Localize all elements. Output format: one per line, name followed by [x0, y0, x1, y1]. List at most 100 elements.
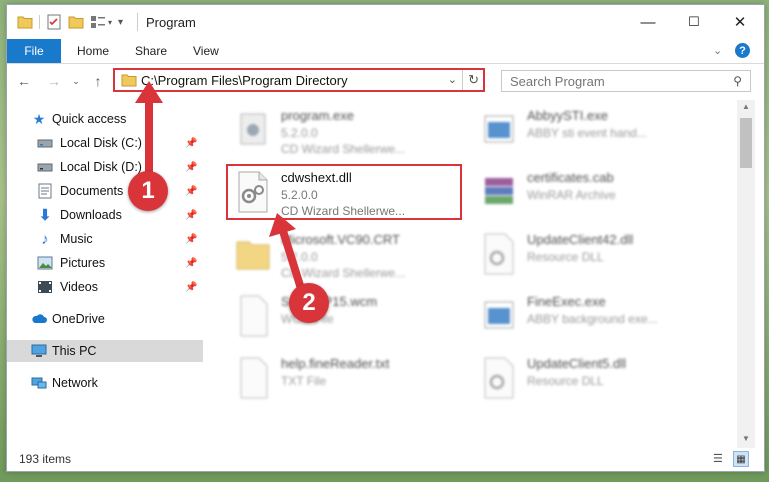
exe-file-icon	[484, 115, 514, 143]
large-icons-view-icon[interactable]: ▦	[733, 451, 749, 467]
sidebar-item-quick-access[interactable]: ★ Quick access	[7, 108, 203, 130]
up-button[interactable]: ↑	[89, 72, 107, 90]
file-name: Microsoft.VC90.CRT	[281, 232, 400, 247]
status-bar: 193 items ☰ ▦	[7, 448, 764, 470]
generic-file-icon	[240, 295, 268, 337]
file-item[interactable]: program.exe 5.2.0.0 CD Wizard Shellerwe.…	[233, 104, 473, 156]
file-item[interactable]: SnapWP15.wcm WCM File	[233, 290, 473, 342]
address-path[interactable]: C:\Program Files\Program Directory	[141, 73, 348, 88]
scrollbar-thumb[interactable]	[740, 118, 752, 168]
sidebar-item-onedrive[interactable]: OneDrive	[7, 308, 203, 330]
sidebar-item-label: Local Disk (C:)	[60, 136, 142, 150]
back-button[interactable]: ←	[15, 72, 33, 90]
exe-file-icon	[484, 301, 514, 329]
sidebar-item-music[interactable]: ♪ Music 📌	[7, 228, 203, 250]
folder-icon[interactable]	[17, 15, 33, 29]
step-1-badge: 1	[128, 171, 168, 211]
sidebar-item-label: Local Disk (D:)	[60, 160, 142, 174]
help-icon[interactable]: ?	[735, 43, 750, 58]
file-version: TXT File	[281, 374, 327, 388]
file-version: ABBY sti event hand...	[527, 126, 647, 140]
maximize-button[interactable]: ☐	[671, 5, 717, 39]
pin-icon[interactable]: 📌	[185, 138, 197, 149]
sidebar-item-label: Documents	[60, 184, 124, 198]
file-highlight-box	[226, 164, 462, 220]
exe-file-icon	[240, 113, 266, 145]
file-item[interactable]: help.fineReader.txt TXT File	[233, 352, 473, 404]
sidebar-item-network[interactable]: Network	[7, 372, 203, 394]
download-icon: ⬇	[38, 207, 52, 224]
sidebar-item-label: Downloads	[60, 208, 122, 222]
new-folder-icon[interactable]	[68, 15, 84, 29]
text-file-icon	[240, 357, 268, 399]
network-icon	[31, 375, 47, 391]
drive-icon	[37, 135, 53, 151]
search-input[interactable]	[508, 72, 722, 90]
file-item[interactable]: certificates.cab WinRAR Archive	[479, 166, 719, 218]
refresh-icon[interactable]: ↻	[468, 72, 479, 88]
recent-locations-button[interactable]: ⌄	[67, 72, 85, 90]
toolbar-dropdown-icon[interactable]: ▾	[108, 18, 112, 27]
title-bar: ▾ ▾ Program — ☐ ✕	[7, 5, 764, 39]
videos-icon	[37, 279, 53, 295]
scroll-down-icon[interactable]: ▼	[742, 434, 750, 443]
minimize-button[interactable]: —	[625, 5, 671, 39]
expand-ribbon-icon[interactable]: ⌄	[713, 44, 722, 57]
view-options-icon[interactable]	[90, 15, 106, 29]
file-list: program.exe 5.2.0.0 CD Wizard Shellerwe.…	[207, 100, 737, 448]
pin-icon[interactable]: 📌	[185, 162, 197, 173]
forward-button[interactable]: →	[45, 72, 63, 90]
pin-icon[interactable]: 📌	[185, 210, 197, 221]
computer-icon	[31, 343, 47, 359]
file-version: WinRAR Archive	[527, 188, 616, 202]
tab-file[interactable]: File	[7, 39, 61, 63]
sidebar-item-pictures[interactable]: Pictures 📌	[7, 252, 203, 274]
pin-icon[interactable]: 📌	[185, 234, 197, 245]
file-item[interactable]: UpdateClient5.dll Resource DLL	[479, 352, 719, 404]
file-version: 5.2.0.0	[281, 126, 318, 140]
tab-share[interactable]: Share	[135, 39, 167, 63]
properties-icon[interactable]	[46, 14, 62, 30]
navigation-pane: ★ Quick access Local Disk (C:) 📌 Local D…	[7, 100, 203, 448]
address-dropdown-icon[interactable]: ⌄	[448, 73, 457, 86]
ribbon-tabs: File Home Share View ⌄ ?	[7, 39, 764, 64]
close-button[interactable]: ✕	[717, 5, 763, 39]
pin-icon[interactable]: 📌	[185, 282, 197, 293]
sidebar-item-label: This PC	[52, 344, 97, 358]
file-item[interactable]: FineExec.exe ABBY background exe...	[479, 290, 719, 342]
sidebar-item-this-pc[interactable]: This PC	[7, 340, 203, 362]
quick-access-toolbar: ▾ ▾	[17, 14, 123, 30]
sidebar-item-downloads[interactable]: ⬇ Downloads 📌	[7, 204, 203, 226]
sidebar-item-label: Network	[52, 376, 98, 390]
file-name: FineExec.exe	[527, 294, 606, 309]
pin-icon[interactable]: 📌	[185, 258, 197, 269]
customize-toolbar-icon[interactable]: ▾	[118, 17, 123, 28]
dll-file-icon	[484, 357, 514, 399]
tab-view[interactable]: View	[193, 39, 219, 63]
file-item[interactable]: Microsoft.VC90.CRT 5.2.0.0 CD Wizard She…	[233, 228, 473, 280]
tab-home[interactable]: Home	[77, 39, 109, 63]
sidebar-item-local-disk-d[interactable]: Local Disk (D:) 📌	[7, 156, 203, 178]
sidebar-item-documents[interactable]: Documents 📌	[7, 180, 203, 202]
sidebar-item-local-disk-c[interactable]: Local Disk (C:) 📌	[7, 132, 203, 154]
sidebar-item-label: Music	[60, 232, 93, 246]
search-box[interactable]: ⚲	[501, 70, 751, 92]
file-version: ABBY background exe...	[527, 312, 658, 326]
scroll-up-icon[interactable]: ▲	[742, 102, 750, 111]
step-2-badge: 2	[289, 283, 329, 323]
file-name: certificates.cab	[527, 170, 614, 185]
address-bar[interactable]: C:\Program Files\Program Directory ⌄ ↻	[113, 68, 485, 92]
pin-icon[interactable]: 📌	[185, 186, 197, 197]
music-icon: ♪	[41, 230, 49, 248]
folder-icon	[236, 241, 270, 270]
file-item[interactable]: AbbyySTI.exe ABBY sti event hand...	[479, 104, 719, 156]
navigation-bar: ← → ⌄ ↑ C:\Program Files\Program Directo…	[7, 64, 764, 98]
sidebar-item-label: Videos	[60, 280, 98, 294]
search-icon[interactable]: ⚲	[733, 74, 742, 88]
vertical-scrollbar[interactable]: ▲ ▼	[737, 100, 755, 448]
sidebar-item-videos[interactable]: Videos 📌	[7, 276, 203, 298]
drive-icon	[37, 159, 53, 175]
details-view-icon[interactable]: ☰	[713, 452, 723, 465]
star-icon: ★	[32, 110, 46, 127]
file-item[interactable]: UpdateClient42.dll Resource DLL	[479, 228, 719, 280]
